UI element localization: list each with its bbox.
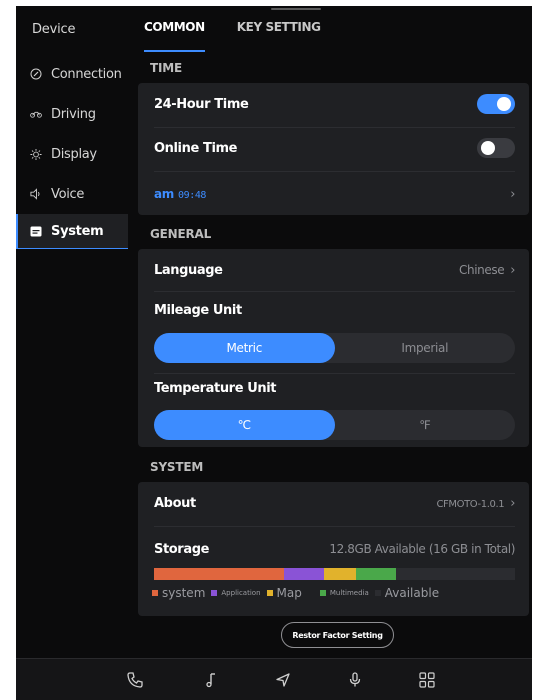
row-clock[interactable]: am 09:48 › — [154, 181, 515, 207]
sidebar-item-label: Driving — [51, 106, 96, 122]
restore-factor-setting-button[interactable]: Restor Factor Setting — [281, 622, 394, 648]
row-temperature-unit: Temperature Unit — [154, 377, 515, 399]
sidebar-item-connection[interactable]: Connection — [16, 57, 128, 91]
temperature-unit-selector: ℃ ℉ — [154, 410, 515, 440]
legend-swatch — [211, 590, 218, 596]
sidebar-item-system[interactable]: System — [16, 214, 128, 249]
divider — [154, 291, 515, 292]
sidebar-title: Device — [32, 22, 76, 37]
row-label: Mileage Unit — [154, 302, 242, 318]
divider — [154, 526, 515, 527]
divider — [154, 171, 515, 172]
legend-item-map: Map — [266, 586, 302, 600]
legend-label: Application — [221, 589, 261, 597]
temperature-option-fahrenheit[interactable]: ℉ — [335, 410, 516, 440]
sidebar-item-driving[interactable]: Driving — [16, 97, 128, 131]
navigation-icon[interactable] — [274, 671, 292, 689]
sidebar-item-voice[interactable]: Voice — [16, 177, 128, 211]
section-title-system: SYSTEM — [150, 460, 204, 474]
clock-ampm: am — [154, 186, 174, 201]
mileage-option-imperial[interactable]: Imperial — [335, 333, 516, 363]
row-storage: Storage 12.8GB Available (16 GB in Total… — [154, 536, 515, 562]
chevron-right-icon: › — [510, 186, 515, 202]
connection-icon — [30, 68, 42, 80]
legend-item-multimedia: Multimedia — [319, 589, 369, 597]
legend-swatch — [319, 590, 326, 596]
section-title-general: GENERAL — [150, 227, 212, 241]
legend-label: Multimedia — [329, 589, 369, 597]
storage-segment-application — [283, 568, 324, 580]
row-mileage-unit: Mileage Unit — [154, 299, 515, 321]
section-title-time: TIME — [150, 61, 182, 75]
phone-icon[interactable] — [126, 671, 144, 689]
row-label: Temperature Unit — [154, 380, 277, 396]
top-handle — [271, 8, 321, 10]
sidebar-item-label: Voice — [51, 186, 85, 202]
mileage-option-metric[interactable]: Metric — [154, 333, 335, 363]
general-card: Language Chinese › Mileage Unit Metric Im… — [138, 249, 529, 447]
about-value: CFMOTO-1.0.1 — [436, 498, 505, 510]
mileage-unit-selector: Metric Imperial — [154, 333, 515, 363]
device-screen: Device Connection Driving Display Voice — [16, 6, 532, 700]
storage-value: 12.8GB Available (16 GB in Total) — [329, 542, 515, 556]
row-language[interactable]: Language Chinese › — [154, 257, 515, 283]
legend-item-available: Available — [374, 586, 440, 600]
divider — [154, 373, 515, 374]
row-label: Online Time — [154, 140, 238, 156]
tab-key-setting[interactable]: KEY SETTING — [237, 20, 321, 44]
legend-item-application: Application — [211, 589, 261, 597]
driving-icon — [30, 108, 42, 120]
legend-swatch — [266, 590, 273, 596]
bottom-dock — [16, 658, 532, 700]
microphone-icon[interactable] — [346, 671, 364, 689]
row-24-hour-time: 24-Hour Time — [154, 91, 515, 117]
storage-usage-bar — [154, 568, 515, 580]
chevron-right-icon: › — [510, 262, 515, 278]
music-icon[interactable] — [202, 671, 220, 689]
tab-common[interactable]: COMMON — [144, 20, 205, 52]
legend-label: Available — [384, 586, 440, 600]
online-time-toggle[interactable] — [477, 138, 515, 158]
system-card: About CFMOTO-1.0.1 › Storage 12.8GB Avail… — [138, 482, 529, 616]
legend-swatch — [374, 590, 381, 596]
divider — [154, 127, 515, 128]
language-value: Chinese — [459, 262, 505, 277]
sidebar-item-display[interactable]: Display — [16, 137, 128, 171]
system-icon — [30, 225, 42, 237]
sidebar-item-label: Connection — [51, 66, 122, 82]
row-label: 24-Hour Time — [154, 96, 249, 112]
clock-value: 09:48 — [177, 189, 207, 201]
24-hour-time-toggle[interactable] — [477, 94, 515, 114]
sidebar-item-label: Display — [51, 146, 97, 162]
row-label: Language — [154, 262, 223, 278]
storage-segment-system — [154, 568, 284, 580]
toggle-knob — [497, 97, 511, 111]
row-about[interactable]: About CFMOTO-1.0.1 › — [154, 490, 515, 516]
legend-label: system — [162, 586, 206, 600]
row-online-time: Online Time — [154, 135, 515, 161]
legend-item-system: system — [152, 586, 205, 600]
row-label: Storage — [154, 541, 210, 557]
storage-segment-map — [323, 568, 357, 580]
storage-segment-multimedia — [356, 568, 396, 580]
apps-grid-icon[interactable] — [418, 671, 436, 689]
legend-label: Map — [276, 586, 302, 600]
row-label: About — [154, 495, 196, 511]
temperature-option-celsius[interactable]: ℃ — [154, 410, 335, 440]
storage-segment-available — [395, 568, 515, 580]
brightness-icon — [30, 148, 42, 160]
legend-swatch — [152, 590, 158, 596]
storage-legend: system Application Map Multimedia Availa… — [152, 586, 519, 600]
speaker-icon — [30, 188, 42, 200]
toggle-knob — [481, 141, 495, 155]
time-card: 24-Hour Time Online Time am 09:48 › — [138, 83, 529, 215]
sidebar: Device Connection Driving Display Voice — [16, 6, 128, 658]
tab-bar: COMMON KEY SETTING — [144, 20, 321, 52]
sidebar-item-label: System — [51, 223, 104, 239]
chevron-right-icon: › — [510, 495, 515, 511]
